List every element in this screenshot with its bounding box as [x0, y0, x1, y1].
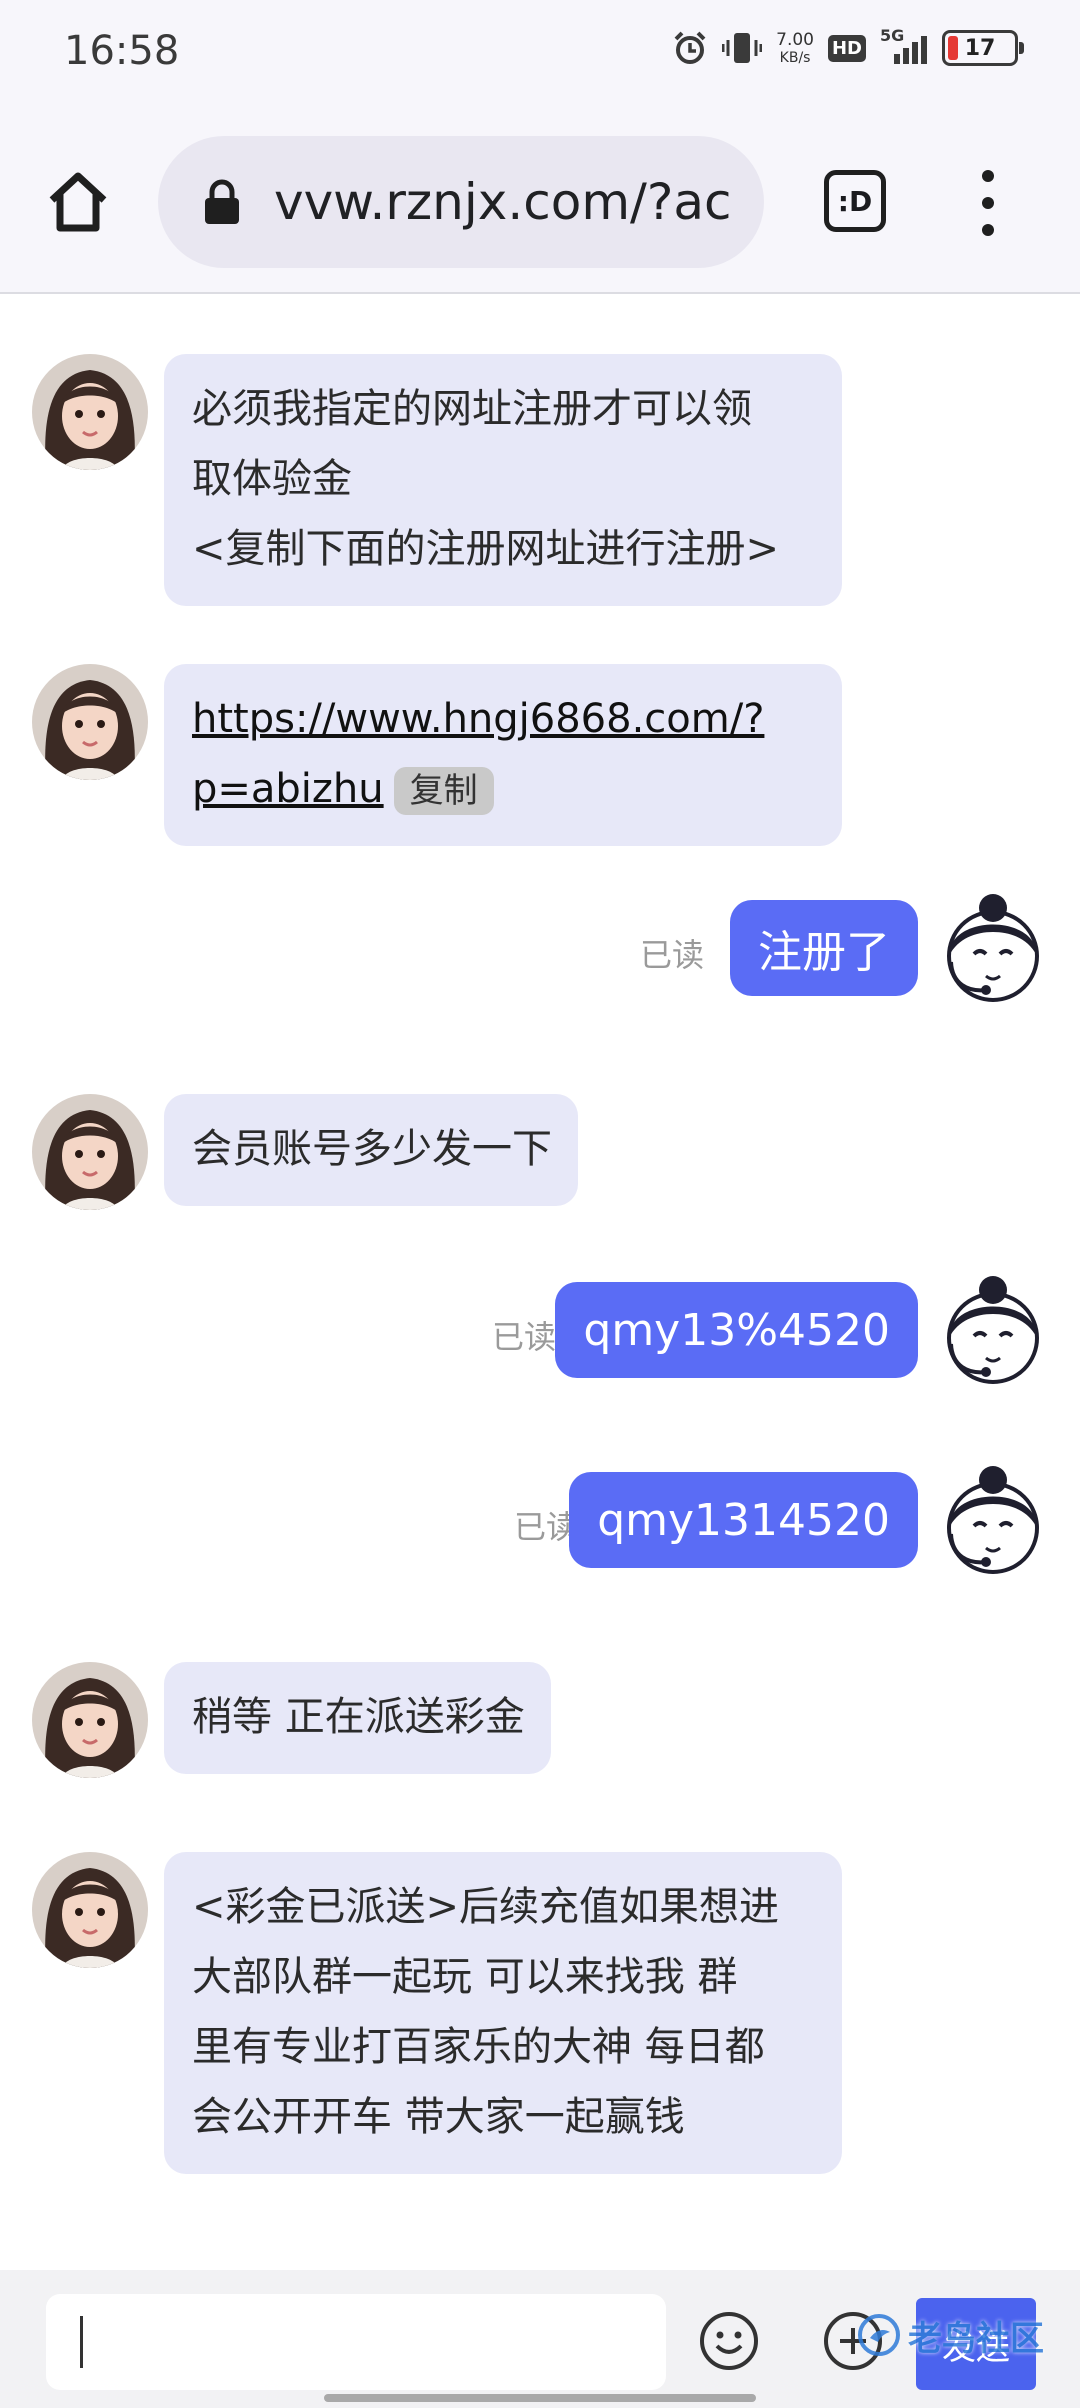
message-bubble[interactable]: 注册了: [730, 900, 918, 996]
message-line: <复制下面的注册网址进行注册>: [192, 526, 780, 572]
user-avatar[interactable]: [934, 892, 1052, 1010]
agent-avatar[interactable]: [32, 1852, 148, 1968]
address-bar[interactable]: vvw.rznjx.com/?ac: [158, 136, 764, 268]
menu-dot: [982, 197, 994, 209]
alarm-icon: [672, 30, 708, 66]
agent-avatar[interactable]: [32, 664, 148, 780]
agent-avatar[interactable]: [32, 1094, 148, 1210]
user-avatar[interactable]: [934, 1274, 1052, 1392]
message-line: 大部队群一起玩 可以来找我 群: [192, 1954, 738, 2000]
message-bubble[interactable]: 稍等 正在派送彩金: [164, 1662, 551, 1774]
status-icons: 7.00 KB/s HD 5G 17: [672, 26, 1024, 66]
battery-icon: 17: [942, 30, 1024, 66]
read-status: 已读: [639, 936, 704, 974]
status-time: 16:58: [64, 28, 180, 74]
message-line: 里有专业打百家乐的大神 每日都: [192, 2024, 765, 2070]
hd-badge: HD: [827, 34, 866, 62]
message-bubble[interactable]: <彩金已派送>后续充值如果想进 大部队群一起玩 可以来找我 群 里有专业打百家乐…: [164, 1852, 842, 2174]
chat-area[interactable]: 必须我指定的网址注册才可以领 取体验金 <复制下面的注册网址进行注册> http…: [0, 296, 1080, 2270]
watermark-text: 老鸟社区: [908, 2318, 1044, 2359]
message-line: 会员账号多少发一下: [192, 1126, 552, 1172]
bird-icon: [858, 2314, 900, 2356]
input-bar: 发送 老鸟社区: [0, 2270, 1080, 2408]
message-bubble[interactable]: qmy1314520: [569, 1472, 918, 1568]
menu-dot: [982, 224, 994, 236]
message-bubble[interactable]: 必须我指定的网址注册才可以领 取体验金 <复制下面的注册网址进行注册>: [164, 354, 842, 606]
home-button[interactable]: [44, 168, 112, 236]
message-bubble: https://www.hngj6868.com/? p=abizhu 复制: [164, 664, 842, 846]
read-status: 已读: [491, 1318, 556, 1356]
battery-level: 17: [964, 35, 996, 61]
agent-avatar[interactable]: [32, 354, 148, 470]
watermark-logo: 老鸟社区: [856, 2300, 1066, 2370]
network-label: 5G: [880, 26, 905, 45]
copy-button[interactable]: 复制: [393, 767, 494, 815]
message-line: 取体验金: [192, 456, 352, 502]
vibrate-icon: [722, 30, 763, 66]
more-menu-icon: [982, 170, 994, 182]
lock-icon: [205, 179, 239, 224]
register-link[interactable]: https://www.hngj6868.com/?: [192, 696, 764, 742]
message-line: 会公开开车 带大家一起赢钱: [192, 2094, 685, 2140]
home-icon: [49, 172, 107, 232]
more-menu-button[interactable]: [976, 170, 1000, 236]
emoji-button[interactable]: [698, 2310, 760, 2372]
text-caret: [80, 2316, 83, 2368]
url-text: vvw.rznjx.com/?ac: [274, 173, 732, 231]
net-speed: 7.00 KB/s: [776, 29, 814, 66]
net-speed-value: 7.00: [776, 29, 814, 50]
message-bubble[interactable]: qmy13%4520: [555, 1282, 918, 1378]
message-bubble[interactable]: 会员账号多少发一下: [164, 1094, 578, 1206]
register-link[interactable]: p=abizhu: [192, 766, 384, 812]
signal-icon: 5G: [880, 26, 928, 66]
tabs-button[interactable]: :D: [824, 170, 886, 232]
agent-avatar[interactable]: [32, 1662, 148, 1778]
user-avatar[interactable]: [934, 1464, 1052, 1582]
emoji-icon: [700, 2312, 758, 2370]
browser-toolbar: vvw.rznjx.com/?ac :D: [0, 110, 1080, 294]
home-indicator[interactable]: [324, 2394, 756, 2402]
message-line: 必须我指定的网址注册才可以领: [192, 386, 752, 432]
message-line: <彩金已派送>后续充值如果想进: [192, 1884, 780, 1930]
status-bar: 16:58 7.00 KB/s HD 5G 17: [0, 0, 1080, 110]
tabs-icon: :D: [837, 184, 873, 218]
message-line: 稍等 正在派送彩金: [192, 1694, 525, 1740]
message-input[interactable]: [46, 2294, 666, 2390]
net-speed-unit: KB/s: [779, 49, 811, 66]
